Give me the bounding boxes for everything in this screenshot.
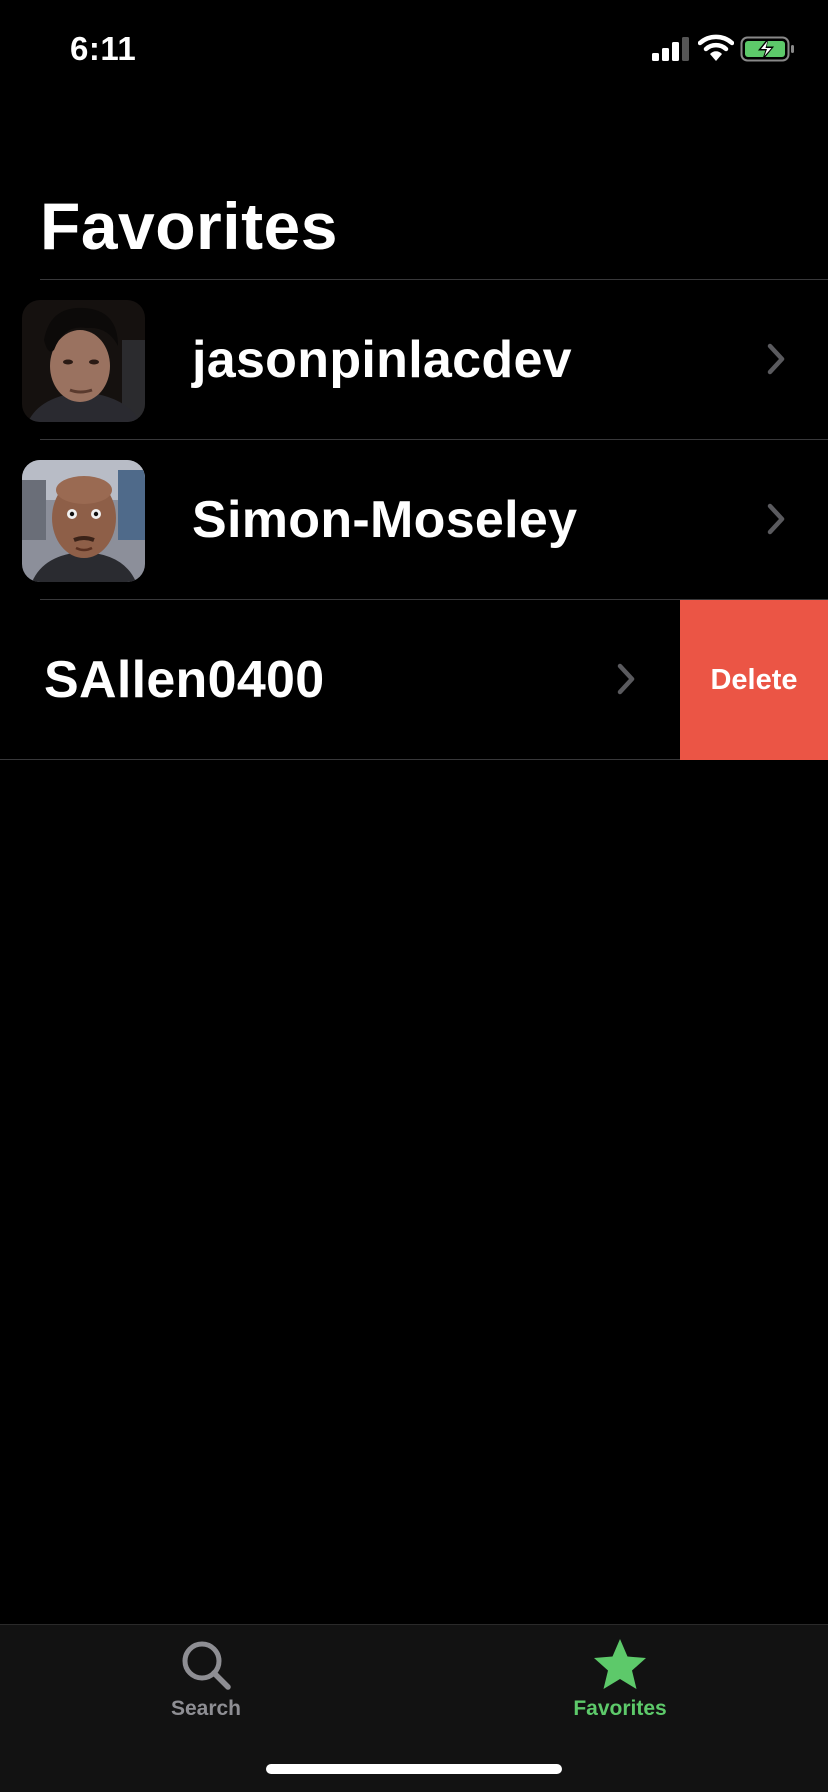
wifi-icon [698, 34, 734, 61]
favorite-username: jasonpinlacdev [192, 331, 572, 389]
tab-search[interactable]: Search [106, 1637, 306, 1737]
avatar-photo [22, 460, 145, 582]
tab-label: Search [170, 1697, 242, 1720]
status-time: 6:11 [70, 30, 137, 67]
tab-label: Favorites [573, 1697, 667, 1720]
chevron-right-icon [767, 343, 785, 375]
status-bar: 6:11 [0, 0, 828, 100]
battery-charging-icon [740, 36, 794, 62]
separator [0, 759, 680, 760]
favorite-row-simon-moseley[interactable]: Simon-Moseley [0, 440, 828, 600]
home-indicator [266, 1764, 562, 1774]
avatar [22, 460, 145, 582]
chevron-right-icon [767, 503, 785, 535]
cellular-signal-icon [652, 37, 689, 61]
delete-button[interactable]: Delete [680, 600, 828, 760]
favorite-row-jasonpinlacdev[interactable]: jasonpinlacdev [0, 280, 828, 440]
star-icon [594, 1639, 646, 1689]
page-title: Favorites [40, 189, 338, 263]
favorite-row-sallen0400[interactable]: SAllen0400 Delete [0, 600, 828, 760]
tab-favorites[interactable]: Favorites [520, 1637, 720, 1737]
magnifying-glass-icon [182, 1641, 231, 1690]
avatar [22, 300, 145, 422]
chevron-right-icon [617, 663, 635, 695]
favorite-username: Simon-Moseley [192, 491, 578, 549]
avatar-photo [22, 300, 145, 422]
favorites-screen: 6:11 Favorites jasonpinlacdev Simon-Mose… [0, 0, 828, 1792]
favorite-username: SAllen0400 [44, 651, 325, 709]
